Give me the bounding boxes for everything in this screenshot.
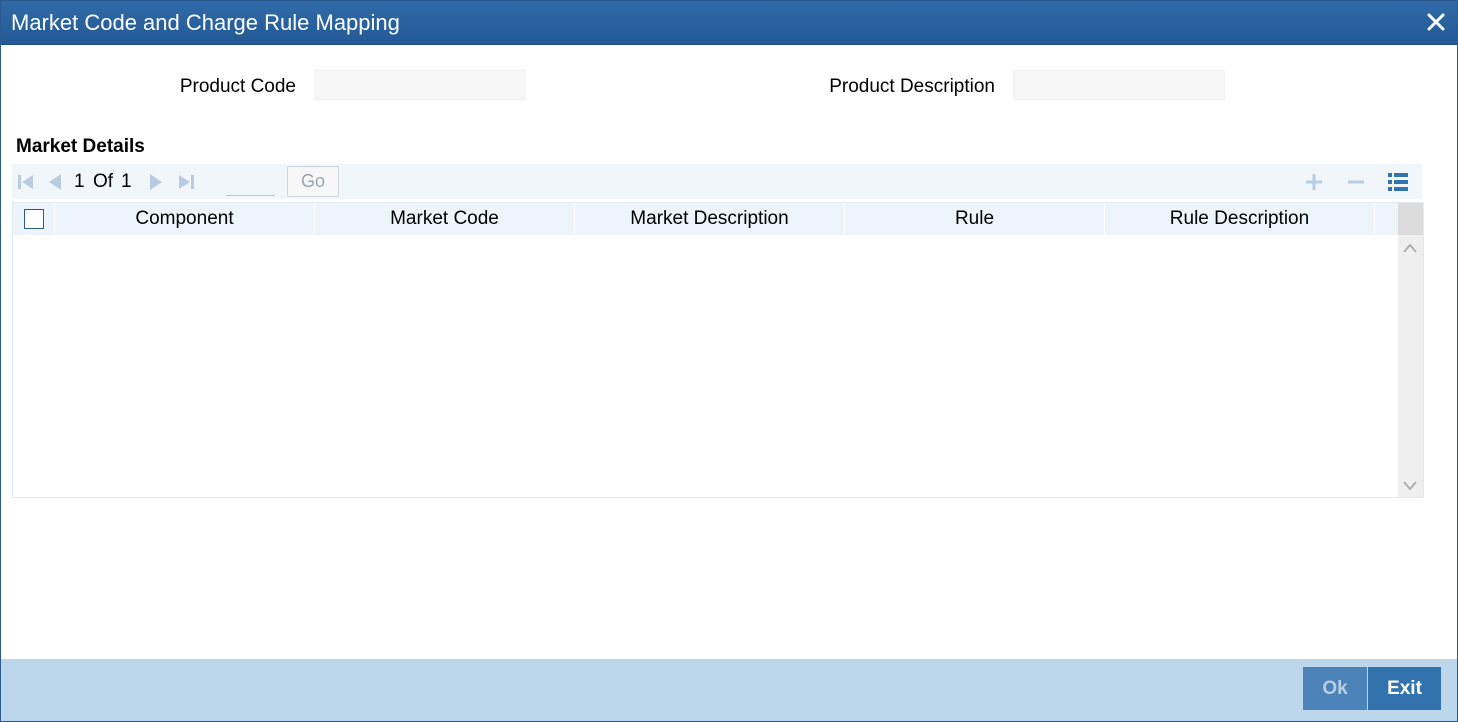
header-filler	[1375, 203, 1398, 235]
market-details-title: Market Details	[16, 136, 145, 157]
close-button[interactable]	[1421, 7, 1451, 37]
scroll-up-icon[interactable]	[1403, 243, 1417, 253]
column-header-rule[interactable]: Rule	[845, 203, 1105, 235]
dialog-footer: Ok Exit	[1, 659, 1457, 721]
first-page-icon[interactable]	[16, 172, 36, 192]
close-icon	[1427, 13, 1445, 31]
column-header-market-description[interactable]: Market Description	[575, 203, 845, 235]
page-of-label: Of	[93, 171, 114, 192]
window-title: Market Code and Charge Rule Mapping	[11, 10, 400, 35]
dialog-window: Market Code and Charge Rule Mapping Prod…	[0, 0, 1458, 722]
select-all-cell	[13, 203, 55, 235]
title-bar: Market Code and Charge Rule Mapping	[1, 1, 1457, 45]
prev-page-icon[interactable]	[45, 172, 65, 192]
go-button[interactable]: Go	[287, 166, 339, 197]
last-page-icon[interactable]	[176, 172, 196, 192]
minus-icon[interactable]	[1344, 170, 1368, 194]
grid-header: Component Market Code Market Description…	[13, 203, 1398, 235]
column-header-rule-description[interactable]: Rule Description	[1105, 203, 1375, 235]
current-page: 1	[74, 171, 85, 192]
page-number-input[interactable]	[226, 166, 275, 196]
grid-toolbar: 1 Of 1 Go	[12, 164, 1422, 199]
vertical-scrollbar[interactable]	[1398, 203, 1423, 497]
product-description-field[interactable]	[1013, 70, 1225, 100]
exit-button[interactable]: Exit	[1368, 667, 1441, 710]
plus-icon[interactable]	[1302, 170, 1326, 194]
product-description-label: Product Description	[829, 76, 995, 97]
market-details-grid: Component Market Code Market Description…	[12, 202, 1424, 498]
product-code-label: Product Code	[179, 76, 296, 97]
scroll-down-icon[interactable]	[1403, 481, 1417, 491]
ok-button[interactable]: Ok	[1303, 667, 1367, 710]
total-pages: 1	[121, 171, 132, 192]
list-view-icon[interactable]	[1386, 170, 1410, 194]
column-header-component[interactable]: Component	[55, 203, 315, 235]
scrollbar-header	[1398, 203, 1423, 235]
next-page-icon[interactable]	[146, 172, 166, 192]
select-all-checkbox[interactable]	[23, 209, 44, 229]
column-header-market-code[interactable]: Market Code	[315, 203, 575, 235]
product-code-field[interactable]	[314, 70, 526, 100]
